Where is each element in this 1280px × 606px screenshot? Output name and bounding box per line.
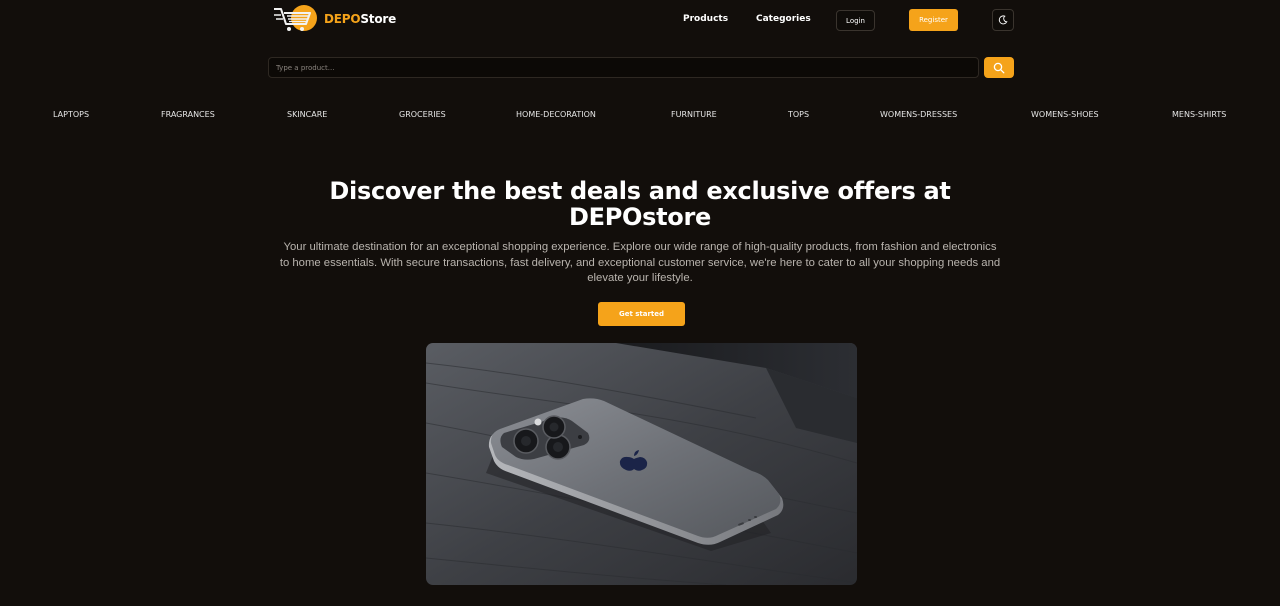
hero-image (426, 343, 857, 585)
nav-categories-link[interactable]: Categories (756, 14, 811, 24)
nav-products-link[interactable]: Products (683, 14, 728, 24)
brand-name-suffix: Store (360, 12, 397, 26)
category-link-groceries[interactable]: groceries (399, 110, 446, 119)
category-link-tops[interactable]: tops (788, 110, 809, 119)
search-icon (993, 62, 1005, 73)
login-button[interactable]: Login (836, 10, 875, 31)
theme-toggle-button[interactable] (992, 9, 1014, 31)
hero-description: Your ultimate destination for an excepti… (279, 241, 1001, 284)
category-link-home-decoration[interactable]: home-decoration (516, 110, 596, 119)
category-link-mens-shirts[interactable]: mens-shirts (1172, 110, 1226, 119)
search-input[interactable] (268, 57, 979, 78)
category-link-womens-shoes[interactable]: womens-shoes (1031, 110, 1099, 119)
category-link-womens-dresses[interactable]: womens-dresses (880, 110, 957, 119)
register-button[interactable]: Register (909, 9, 958, 31)
category-link-furniture[interactable]: furniture (671, 110, 717, 119)
category-link-skincare[interactable]: skincare (287, 110, 327, 119)
search-button[interactable] (984, 57, 1014, 78)
hero-title: Discover the best deals and exclusive of… (329, 177, 951, 231)
moon-icon (998, 15, 1008, 25)
site-header: DEPOStore Products Categories Login Regi… (268, 0, 1014, 40)
brand-name: DEPOStore (324, 12, 396, 26)
category-link-fragrances[interactable]: fragrances (161, 110, 215, 119)
get-started-button[interactable]: Get started (598, 302, 685, 326)
shopping-cart-logo-icon (274, 5, 317, 31)
category-link-laptops[interactable]: laptops (53, 110, 89, 119)
brand-logo[interactable]: DEPOStore (272, 4, 396, 34)
brand-name-prefix: DEPO (324, 12, 361, 26)
